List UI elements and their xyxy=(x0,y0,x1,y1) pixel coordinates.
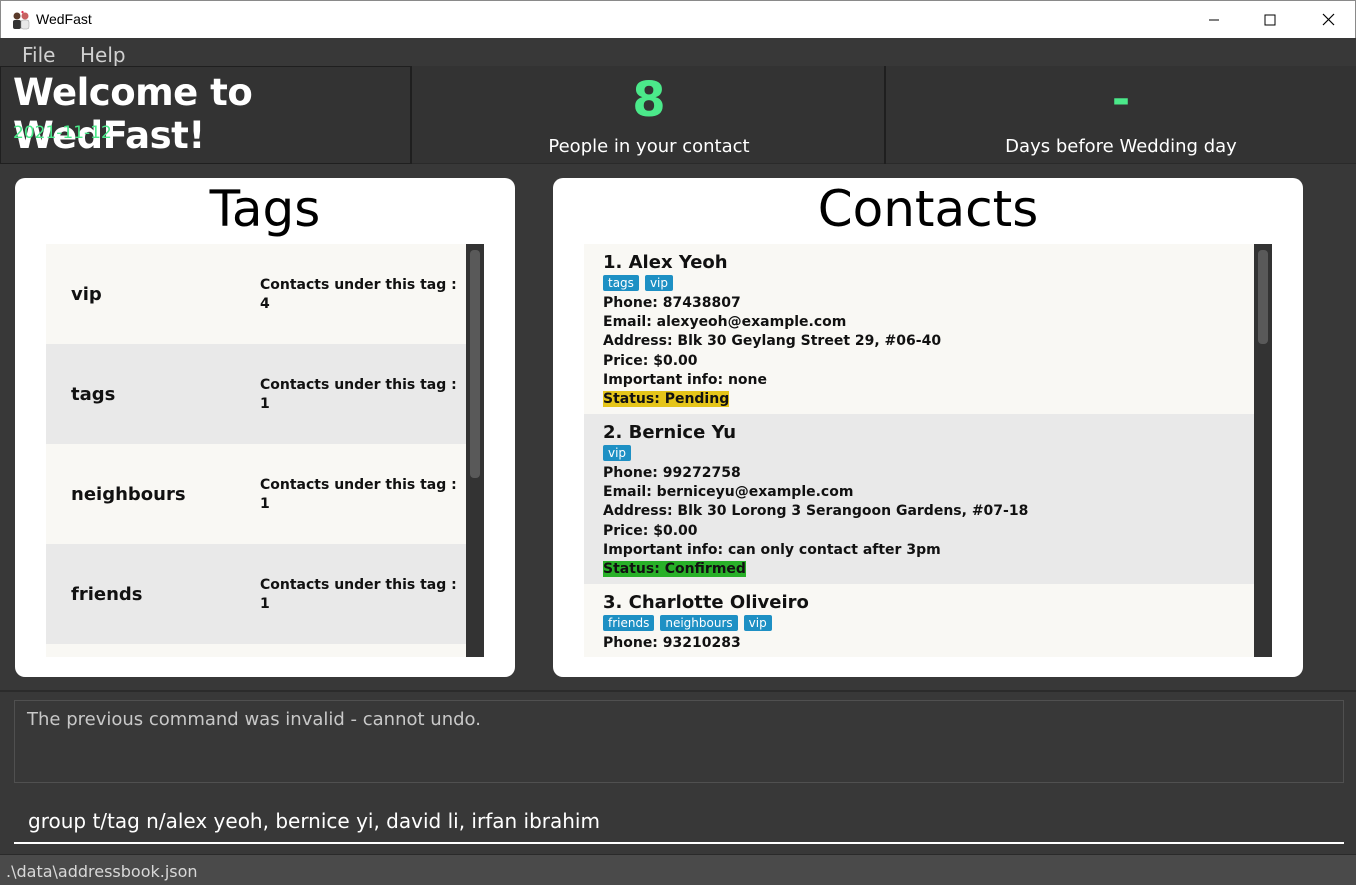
contacts-scrollbar[interactable] xyxy=(1254,244,1272,657)
tags-panel-title: Tags xyxy=(209,180,321,238)
tag-name: vip xyxy=(71,284,102,305)
contact-name: 2. Bernice Yu xyxy=(603,422,737,443)
contact-price: Price: $0.00 xyxy=(603,352,698,369)
data-file-path: .\data\addressbook.json xyxy=(6,862,198,881)
menu-file[interactable]: File xyxy=(22,43,55,67)
welcome-box: Welcome to WedFast! 2021-11-12 xyxy=(0,66,412,164)
title-bar: WedFast xyxy=(0,0,1356,38)
stats-header: Welcome to WedFast! 2021-11-12 8 People … xyxy=(0,66,1356,164)
people-count-box: 8 People in your contact xyxy=(412,66,886,164)
minimize-button[interactable] xyxy=(1185,1,1243,38)
contact-card[interactable]: 3. Charlotte Oliveiro friends neighbours… xyxy=(584,584,1254,657)
tag-count-value: 1 xyxy=(260,596,270,612)
window-title: WedFast xyxy=(36,11,92,27)
tag-chip: vip xyxy=(603,445,632,461)
tag-chip: tags xyxy=(603,275,639,291)
contact-tags: friends neighbours vip xyxy=(603,615,772,631)
tag-row[interactable]: tags Contacts under this tag : 1 xyxy=(46,344,466,444)
status-badge: Status: Confirmed xyxy=(603,561,746,578)
contact-details: Phone: 99272758 Email: berniceyu@example… xyxy=(603,464,1028,579)
current-date: 2021-11-12 xyxy=(13,123,112,143)
contact-tags: vip xyxy=(603,445,632,461)
tags-scrollbar[interactable] xyxy=(466,244,484,657)
tag-name: neighbours xyxy=(71,484,186,505)
contact-details: Phone: 93210283 xyxy=(603,634,741,653)
result-display[interactable]: The previous command was invalid - canno… xyxy=(14,700,1344,783)
contact-email: Email: alexyeoh@example.com xyxy=(603,314,847,331)
tag-list[interactable]: vip Contacts under this tag : 4 tags Cont… xyxy=(46,244,484,657)
command-area xyxy=(0,792,1356,852)
close-icon xyxy=(1322,13,1334,26)
tag-chip: neighbours xyxy=(660,615,738,631)
tags-scroll-thumb[interactable] xyxy=(470,250,480,478)
maximize-icon xyxy=(1264,14,1276,25)
tag-chip: vip xyxy=(743,615,772,631)
status-bar: .\data\addressbook.json xyxy=(0,854,1356,885)
tag-count-value: 4 xyxy=(260,296,270,312)
minimize-icon xyxy=(1209,19,1219,20)
contact-card[interactable]: 2. Bernice Yu vip Phone: 99272758 Email:… xyxy=(584,414,1254,584)
tag-count-label: Contacts under this tag : xyxy=(260,577,457,593)
contact-tags: tags vip xyxy=(603,275,673,291)
contact-card[interactable]: 1. Alex Yeoh tags vip Phone: 87438807 Em… xyxy=(584,244,1254,414)
days-countdown-box: - Days before Wedding day xyxy=(886,66,1356,164)
tags-panel: Tags vip Contacts under this tag : 4 tags… xyxy=(15,178,515,677)
maximize-button[interactable] xyxy=(1241,1,1299,38)
contacts-panel: Contacts 1. Alex Yeoh tags vip Phone: 87… xyxy=(553,178,1303,677)
contact-phone: Phone: 87438807 xyxy=(603,295,741,311)
contact-list[interactable]: 1. Alex Yeoh tags vip Phone: 87438807 Em… xyxy=(584,244,1272,657)
menu-help[interactable]: Help xyxy=(80,43,126,67)
days-countdown-label: Days before Wedding day xyxy=(1005,136,1237,157)
contact-info: Important info: none xyxy=(603,371,768,388)
tag-count-value: 1 xyxy=(260,496,270,512)
contact-info: Important info: can only contact after 3… xyxy=(603,541,941,558)
divider xyxy=(0,690,1356,692)
contact-phone: Phone: 93210283 xyxy=(603,635,741,651)
tag-name: tags xyxy=(71,384,116,405)
tag-row[interactable] xyxy=(46,644,466,657)
tag-count: Contacts under this tag : 4 xyxy=(260,276,460,314)
tag-count: Contacts under this tag : 1 xyxy=(260,476,460,514)
contact-phone: Phone: 99272758 xyxy=(603,465,741,481)
tag-count-value: 1 xyxy=(260,396,270,412)
couple-icon xyxy=(13,10,30,30)
contact-address: Address: Blk 30 Geylang Street 29, #06-4… xyxy=(603,333,942,350)
people-count-label: People in your contact xyxy=(548,136,750,157)
result-message: The previous command was invalid - canno… xyxy=(27,709,481,730)
tag-chip: friends xyxy=(603,615,655,631)
tag-count: Contacts under this tag : 1 xyxy=(260,576,460,614)
contact-name: 3. Charlotte Oliveiro xyxy=(603,592,809,613)
contact-price: Price: $0.00 xyxy=(603,522,698,539)
people-count: 8 xyxy=(632,72,666,128)
welcome-title: Welcome to WedFast! xyxy=(13,71,253,157)
days-countdown: - xyxy=(1111,74,1131,125)
contact-details: Phone: 87438807 Email: alexyeoh@example.… xyxy=(603,294,941,409)
tag-row[interactable]: neighbours Contacts under this tag : 1 xyxy=(46,444,466,544)
tag-count-label: Contacts under this tag : xyxy=(260,477,457,493)
contact-name: 1. Alex Yeoh xyxy=(603,252,728,273)
status-badge: Status: Pending xyxy=(603,391,730,408)
menu-bar: File Help xyxy=(0,38,1356,67)
tag-count-label: Contacts under this tag : xyxy=(260,377,457,393)
contacts-scroll-thumb[interactable] xyxy=(1258,250,1268,344)
close-button[interactable] xyxy=(1299,1,1356,38)
tag-chip: vip xyxy=(644,275,673,291)
contacts-panel-title: Contacts xyxy=(817,180,1039,238)
tag-name: friends xyxy=(71,584,143,605)
contact-address: Address: Blk 30 Lorong 3 Serangoon Garde… xyxy=(603,503,1029,520)
command-input[interactable] xyxy=(14,800,1344,844)
tag-row[interactable]: friends Contacts under this tag : 1 xyxy=(46,544,466,644)
contact-email: Email: berniceyu@example.com xyxy=(603,484,854,501)
tag-count-label: Contacts under this tag : xyxy=(260,277,457,293)
tag-row[interactable]: vip Contacts under this tag : 4 xyxy=(46,244,466,344)
tag-count: Contacts under this tag : 1 xyxy=(260,376,460,414)
